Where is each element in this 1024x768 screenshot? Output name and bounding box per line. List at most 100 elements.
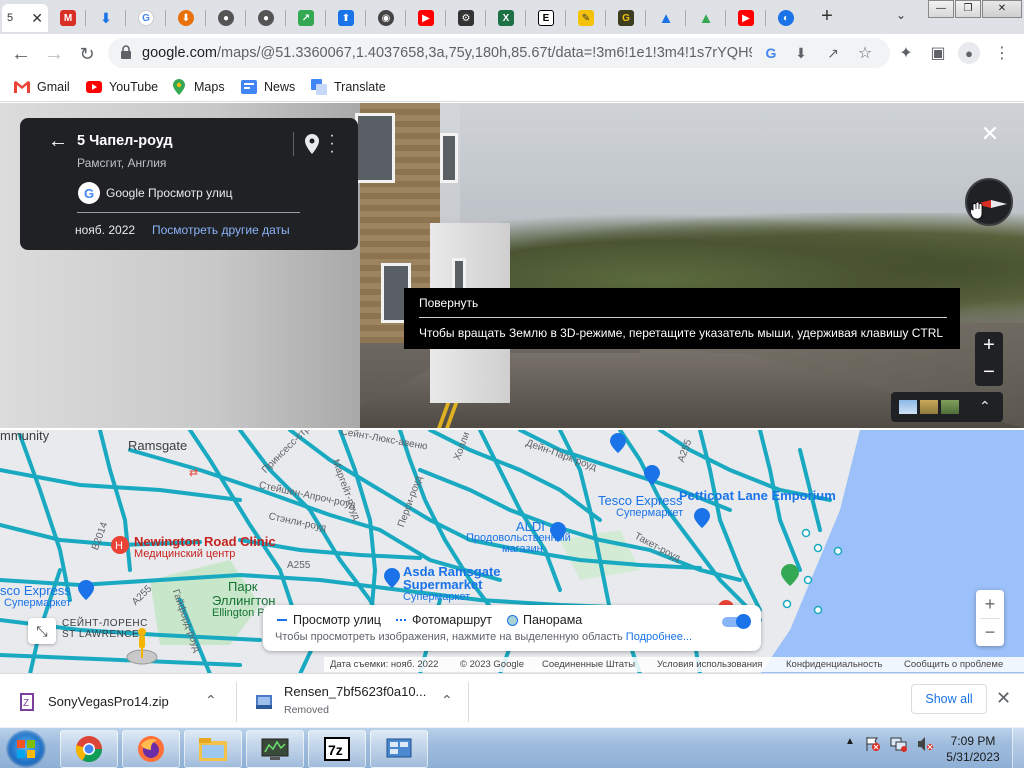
more-options-icon[interactable]: · · · (328, 128, 336, 160)
layer-option-street-view[interactable]: Просмотр улиц (277, 613, 381, 627)
taskbar-explorer[interactable] (184, 730, 242, 768)
download-options-chevron-icon[interactable]: ⌃ (441, 692, 453, 709)
close-window-button[interactable]: ✕ (982, 0, 1022, 18)
bookmark-translate[interactable]: Translate (311, 76, 386, 98)
zoom-out-button[interactable]: − (975, 359, 1003, 386)
map-poi-petticoat-lane[interactable]: Petticoat Lane Emporium (679, 488, 836, 503)
location-pin-icon[interactable] (305, 134, 319, 154)
tab-drive-1[interactable]: ▲ (646, 4, 686, 32)
map-zoom-in-button[interactable]: + (976, 590, 1004, 618)
side-panel-icon[interactable]: ▣ (927, 42, 949, 64)
attribution-copyright: © 2023 Google (460, 659, 525, 670)
download-icon: ⬇ (100, 9, 112, 26)
bookmark-gmail[interactable]: Gmail (14, 76, 70, 98)
street-view-panorama[interactable]: ← 5 Чапел-роуд Рамсгит, Англия · · · G Goo… (0, 103, 1024, 428)
tab-goodreads[interactable]: G (606, 4, 646, 32)
close-downloads-bar-icon[interactable]: ✕ (996, 688, 1011, 709)
tray-expand-icon[interactable]: ▲ (845, 736, 855, 747)
layer-thumbnail[interactable] (899, 400, 917, 414)
tray-volume-icon[interactable] (916, 736, 934, 755)
layer-thumbnail[interactable] (941, 400, 959, 414)
close-tab-icon[interactable]: ✕ (31, 10, 43, 27)
attribution-privacy-link[interactable]: Конфиденциальность (786, 659, 882, 670)
control-panel-icon (386, 738, 412, 758)
zoom-in-button[interactable]: + (975, 332, 1003, 359)
tab-share[interactable]: ↗ (286, 4, 326, 32)
layer-thumbnail[interactable] (920, 400, 938, 414)
download-item[interactable]: Rensen_7bf5623f0a10... Removed ⌃ (236, 674, 468, 728)
taskbar-firefox[interactable] (122, 730, 180, 768)
map-zoom-out-button[interactable]: − (976, 618, 1004, 646)
share-page-icon[interactable]: ↗ (824, 44, 842, 62)
tab-app[interactable]: ◐ (766, 4, 806, 32)
drive-icon: ▲ (698, 9, 714, 27)
taskbar-7zip[interactable]: 7z (308, 730, 366, 768)
tab-youtube-2[interactable]: ▶ (726, 4, 766, 32)
taskbar-clock[interactable]: 7:09 PM 5/31/2023 (942, 733, 1004, 765)
bookmark-news[interactable]: News (241, 76, 295, 98)
attribution-terms-link[interactable]: Условия использования (657, 659, 762, 670)
tab-gmail[interactable]: M (48, 4, 88, 32)
layer-option-panorama[interactable]: Панорама (507, 613, 582, 627)
close-icon[interactable]: ✕ (978, 123, 1002, 147)
expand-chevron-icon[interactable]: ⌃ (979, 398, 991, 415)
taskbar-control-panel[interactable] (370, 730, 428, 768)
street-view-layer-toggle[interactable] (712, 610, 752, 634)
bookmark-maps[interactable]: Maps (171, 76, 225, 98)
reload-button[interactable]: ↻ (74, 41, 100, 67)
back-button[interactable]: ← (8, 41, 34, 67)
tab-download[interactable]: ⬇ (86, 4, 126, 32)
see-more-dates-link[interactable]: Посмотреть другие даты (152, 223, 290, 237)
map-poi-newington-clinic[interactable]: Newington Road Clinic (134, 534, 276, 549)
url-text[interactable]: google.com/maps/@51.3360067,1.4037658,3a… (142, 45, 752, 61)
tab-pencil[interactable]: ✎ (566, 4, 606, 32)
tab-download-orange[interactable]: ⬇ (166, 4, 206, 32)
tab-drive-2[interactable]: ▲ (686, 4, 726, 32)
show-all-downloads-button[interactable]: Show all (911, 684, 987, 714)
download-item[interactable]: Z SonyVegasPro14.zip ⌃ (0, 674, 236, 728)
download-filename: Rensen_7bf5623f0a10... (284, 684, 427, 699)
taskbar-chrome[interactable] (60, 730, 118, 768)
bookmark-star-icon[interactable]: ☆ (856, 44, 874, 62)
tab-google[interactable]: G (126, 4, 166, 32)
taskbar-monitor[interactable] (246, 730, 304, 768)
pegman-icon[interactable] (124, 626, 160, 666)
bookmark-youtube[interactable]: YouTube (86, 76, 158, 98)
tab-upload[interactable]: ⬆ (326, 4, 366, 32)
tab-youtube-1[interactable]: ▶ (406, 4, 446, 32)
install-icon[interactable]: ⬇ (792, 44, 810, 62)
attribution-report-link[interactable]: Сообщить о проблеме (904, 659, 1003, 670)
attribution-country-link[interactable]: Соединенные Штаты (542, 659, 635, 670)
imagery-layers-control[interactable]: ⌃ (891, 392, 1003, 422)
address-bar[interactable]: google.com/maps/@51.3360067,1.4037658,3a… (108, 38, 890, 68)
map-poi-tesco-express[interactable]: Tesco Express (598, 493, 683, 508)
download-options-chevron-icon[interactable]: ⌃ (205, 692, 217, 709)
collapse-map-icon[interactable]: ⤡ (28, 618, 56, 644)
tab-github-1[interactable]: ● (206, 4, 246, 32)
compass-rotate-button[interactable] (965, 178, 1013, 226)
tab-tool[interactable]: ⚙ (446, 4, 486, 32)
google-lens-icon[interactable]: G (762, 44, 780, 62)
tray-network-icon[interactable] (890, 736, 908, 755)
minimize-button[interactable]: — (928, 0, 954, 18)
layer-option-photo-route[interactable]: Фотомаршрут (396, 613, 492, 627)
forward-button[interactable]: → (41, 41, 67, 67)
menu-kebab-icon[interactable]: ⋮ (991, 42, 1013, 64)
tab-active[interactable]: 5 ✕ (2, 4, 48, 32)
new-tab-button[interactable]: + (816, 6, 838, 28)
tab-excel[interactable]: X (486, 4, 526, 32)
extensions-puzzle-icon[interactable]: ✦ (895, 42, 917, 64)
tab-chrome[interactable]: ◉ (366, 4, 406, 32)
back-arrow-icon[interactable]: ← (48, 130, 68, 153)
start-button[interactable] (6, 730, 46, 768)
show-desktop-button[interactable] (1012, 728, 1024, 768)
restore-button[interactable]: ❐ (955, 0, 981, 18)
tab-search-chevron-icon[interactable]: ⌄ (896, 8, 906, 22)
learn-more-link[interactable]: Подробнее... (626, 631, 692, 643)
map-poi-tesco-express-left[interactable]: sco Express (0, 583, 71, 598)
tray-flag-icon[interactable] (865, 736, 881, 755)
tab-github-2[interactable]: ● (246, 4, 286, 32)
tab-extension[interactable]: E (526, 4, 566, 32)
tab-separator (445, 10, 446, 26)
profile-avatar[interactable]: ● (958, 42, 980, 64)
